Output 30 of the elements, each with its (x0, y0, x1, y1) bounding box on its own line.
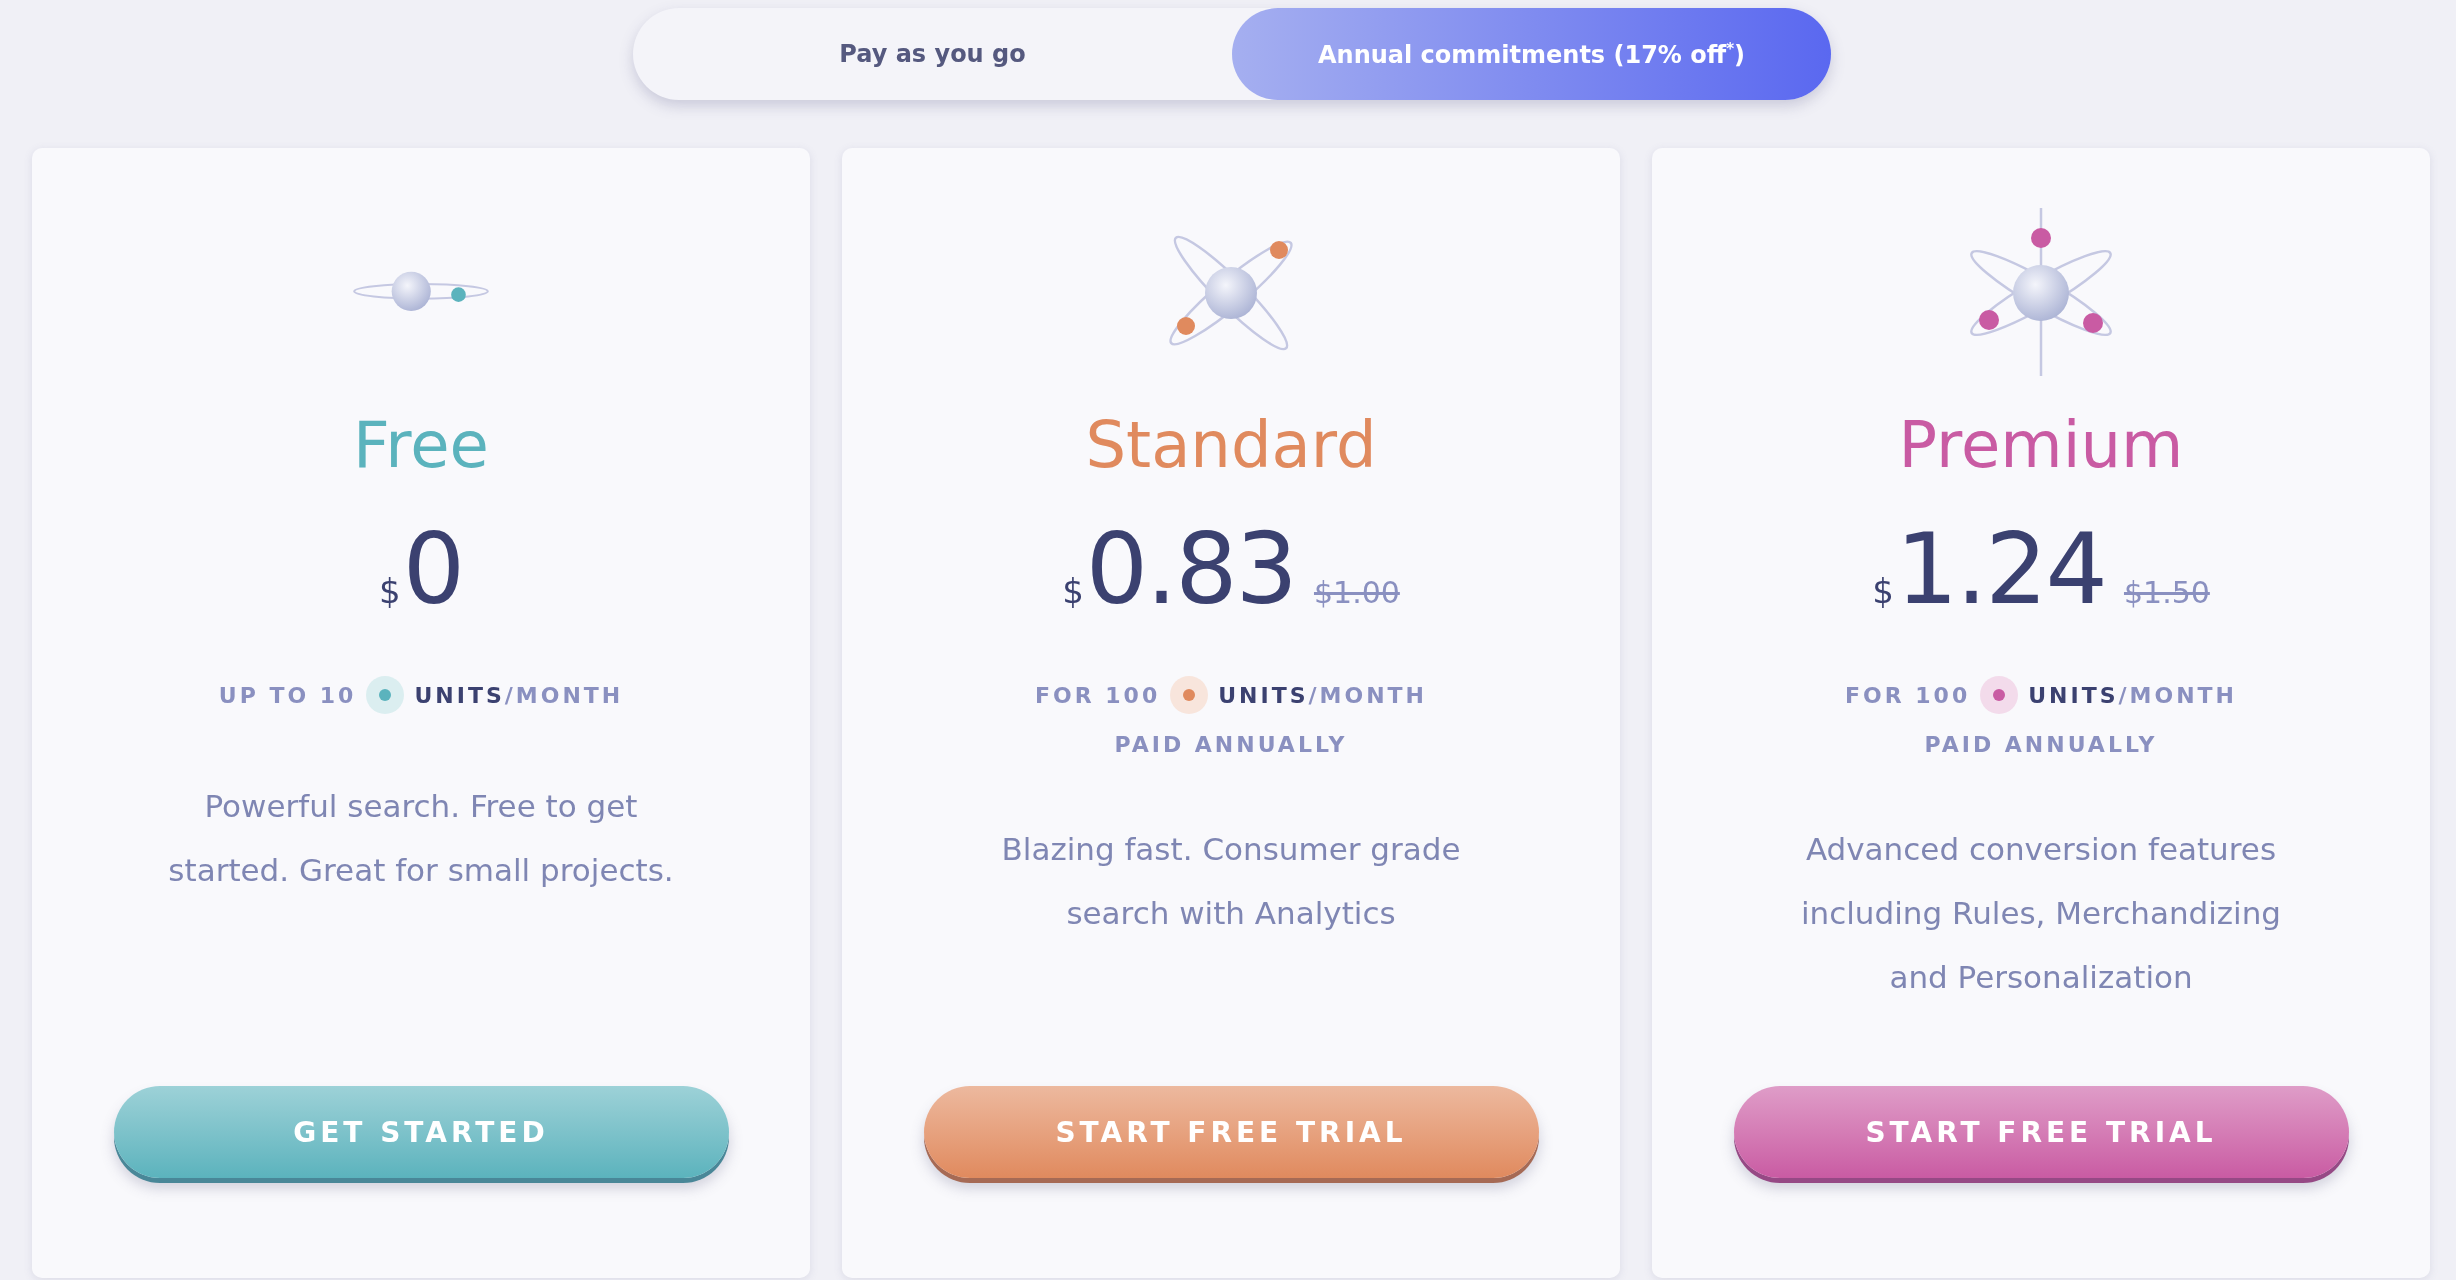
billing-option[interactable]: Pay as you go (633, 8, 1232, 100)
per-month-label: /MONTH (1308, 682, 1428, 708)
units-quantity: UP TO 10 (218, 682, 357, 708)
per-month-label: /MONTH (2118, 682, 2238, 708)
units-quantity: FOR 100 (1034, 682, 1161, 708)
old-price: $1.50 (2123, 575, 2210, 610)
unit-dot-icon (1170, 676, 1209, 714)
plan-description: Powerful search. Free to get started. Great for small projects. (167, 787, 675, 890)
plan-price: 1.24 (1895, 512, 2106, 626)
billing-note: PAID ANNUALLY (1924, 732, 2158, 757)
plan-description: Advanced conversion features including Rules, Merchandizing and Personalization (1799, 830, 2283, 997)
currency-symbol: $ (1062, 571, 1084, 611)
per-month-label: /MONTH (504, 682, 624, 708)
currency-symbol: $ (1872, 571, 1894, 611)
plan-name: Premium (1898, 408, 2184, 482)
units-label: UNITS (414, 682, 505, 708)
units-quantity: FOR 100 (1844, 682, 1971, 708)
plan-name: Standard (1085, 408, 1377, 482)
unit-dot-icon (1980, 676, 2019, 714)
currency-symbol: $ (379, 571, 401, 611)
units-label: UNITS (1218, 682, 1309, 708)
units-label: UNITS (2028, 682, 2119, 708)
billing-option[interactable]: Annual commitments (17% off$^{*}$) (1232, 8, 1831, 100)
plan-name: Free (353, 408, 489, 482)
plan-price: 0 (402, 512, 463, 626)
billing-note: PAID ANNUALLY (1114, 732, 1348, 757)
plan-price: 0.83 (1085, 512, 1296, 626)
plan-description: Blazing fast. Consumer grade search with Analytics (1000, 830, 1462, 933)
old-price: $1.00 (1313, 575, 1400, 610)
unit-dot-icon (366, 676, 405, 714)
